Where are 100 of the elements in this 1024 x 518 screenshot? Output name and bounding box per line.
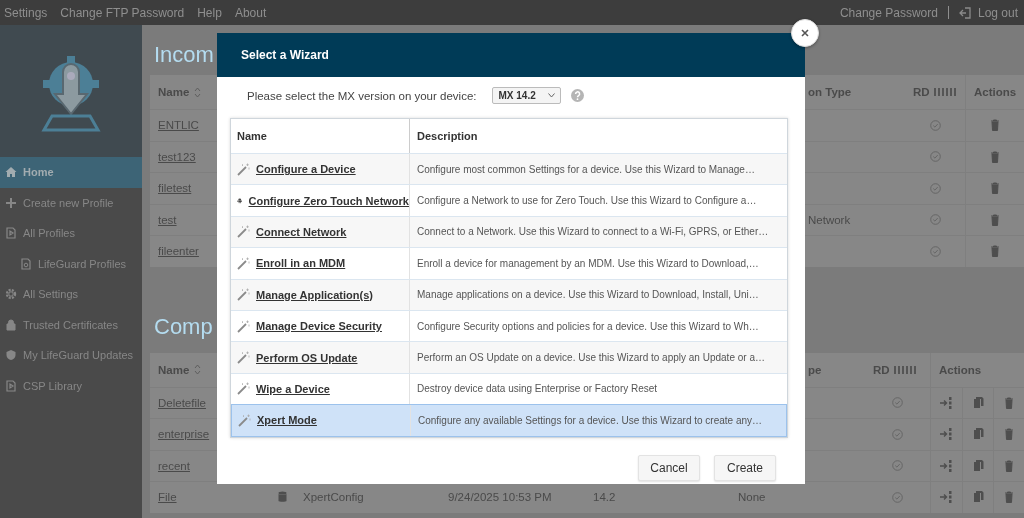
logout-icon[interactable] — [958, 6, 971, 19]
wizard-link[interactable]: Enroll in an MDM — [256, 257, 346, 270]
trash-icon[interactable] — [990, 182, 1000, 195]
dialog-button[interactable]: Cancel — [638, 454, 700, 481]
wizard-description: Destroy device data using Enterprise or Factory Reset — [417, 383, 658, 395]
copy-icon[interactable] — [972, 396, 984, 409]
profile-link[interactable]: File — [158, 491, 177, 504]
export-icon[interactable] — [940, 396, 953, 409]
check-circle-icon — [929, 245, 941, 257]
dialog-button[interactable]: Create — [714, 454, 776, 481]
wizard-link[interactable]: Manage Device Security — [256, 320, 382, 333]
profile-link[interactable]: test123 — [158, 150, 196, 163]
column-header[interactable]: Name — [158, 86, 190, 98]
help-icon[interactable] — [570, 89, 584, 102]
wizard-link[interactable]: Manage Application(s) — [256, 288, 373, 301]
column-header: on Type — [807, 85, 853, 100]
profile-link[interactable]: fileenter — [158, 245, 199, 258]
copy-icon[interactable] — [972, 491, 984, 504]
sidebar-item[interactable]: Home — [0, 157, 142, 188]
mx-version-select[interactable]: MX 14.2 — [492, 87, 561, 104]
sidebar-item[interactable]: My LifeGuard Updates — [0, 340, 142, 371]
menu-link[interactable]: Settings — [4, 5, 48, 20]
profile-link[interactable]: Deletefile — [158, 396, 206, 409]
profile-link[interactable]: test — [158, 213, 177, 226]
column-header: RD — [873, 363, 890, 376]
trash-icon[interactable] — [990, 213, 1000, 226]
sort-icon[interactable] — [194, 364, 202, 375]
doc-icon — [5, 379, 17, 392]
wizard-link[interactable]: Perform OS Update — [256, 351, 358, 364]
sidebar-item[interactable]: Create new Profile — [0, 187, 142, 218]
check-circle-icon — [929, 214, 941, 226]
wizard-description: Connect to a Network. Use this Wizard to connect to a Wi-Fi, GPRS, or Ether… — [417, 226, 769, 238]
wizard-description: Configure most common Settings for a device. Use this Wizard to Manage… — [417, 163, 755, 175]
magic-wand-icon — [237, 256, 250, 270]
menu-link[interactable]: Change FTP Password — [60, 5, 185, 20]
export-icon[interactable] — [940, 491, 953, 504]
wizard-link[interactable]: Configure a Device — [256, 163, 356, 176]
sort-icon[interactable] — [194, 86, 202, 98]
wizard-row[interactable]: Configure a Device Configure most common Settings for a device. Use this Wizard to Manage… — [231, 153, 787, 185]
caret-icon[interactable] — [547, 93, 555, 98]
check-circle-icon — [929, 119, 941, 131]
trash-icon[interactable] — [1004, 459, 1014, 472]
column-header[interactable]: Name — [158, 363, 190, 376]
close-icon[interactable] — [801, 29, 809, 37]
trash-icon[interactable] — [1004, 396, 1014, 409]
menu-link[interactable]: About — [234, 5, 267, 20]
table-cell: 14.2 — [593, 491, 616, 504]
profile-link[interactable]: recent — [158, 459, 190, 472]
wizard-link[interactable]: Connect Network — [256, 225, 347, 238]
trash-icon[interactable] — [990, 119, 1000, 132]
column-header: pe — [808, 363, 822, 376]
profile-link[interactable]: ENTLIC — [158, 119, 199, 132]
wizard-link[interactable]: Wipe a Device — [256, 382, 330, 395]
column-header: Name — [237, 130, 267, 142]
copy-icon[interactable] — [972, 428, 984, 441]
sidebar-item[interactable]: All Profiles — [0, 218, 142, 249]
wizard-row[interactable]: Configure Zero Touch Network Configure a Network to use for Zero Touch. Use this Wizard to Configure a… — [231, 184, 787, 216]
wizard-row[interactable]: Connect Network Connect to a Network. Use this Wizard to connect to a Wi-Fi, GPRS, or Ether… — [231, 215, 787, 248]
mx-version-label: Please select the MX version on your device: — [247, 89, 477, 102]
menu-link[interactable]: Help — [197, 5, 222, 20]
trash-icon[interactable] — [990, 245, 1000, 258]
trash-icon[interactable] — [990, 150, 1000, 163]
wizard-row[interactable]: Manage Application(s) Manage applications on a device. Use this Wizard to Download, Install, Uni… — [231, 278, 787, 310]
magic-wand-icon — [237, 319, 250, 333]
magic-wand-icon — [237, 382, 250, 396]
database-icon — [278, 491, 287, 504]
shield-icon — [5, 349, 17, 362]
logout-link[interactable]: Log out — [977, 5, 1018, 20]
wizard-link[interactable]: Xpert Mode — [257, 414, 317, 427]
table-cell: XpertConfig — [303, 491, 364, 504]
column-header: Description — [417, 130, 478, 142]
export-icon[interactable] — [940, 459, 953, 472]
export-icon[interactable] — [940, 428, 953, 441]
sidebar-item[interactable]: CSP Library — [0, 370, 142, 401]
dialog-title: Select a Wizard — [241, 48, 329, 62]
profile-link[interactable]: enterprise — [158, 428, 210, 441]
wizard-description: Configure Security options and policies for a device. Use this Wizard to Wh… — [417, 320, 759, 332]
trash-icon[interactable] — [1004, 428, 1014, 441]
trash-icon[interactable] — [1004, 491, 1014, 504]
sidebar-item[interactable]: Trusted Certificates — [0, 309, 142, 340]
change-password-link[interactable]: Change Password — [839, 5, 938, 20]
check-circle-icon — [892, 460, 903, 472]
column-header: RD — [913, 86, 930, 98]
copy-icon[interactable] — [972, 459, 984, 472]
wizard-row[interactable]: Xpert Mode Configure any available Settings for a device. Use this Wizard to create any… — [231, 404, 787, 437]
wizard-description: Configure any available Settings for a device. Use this Wizard to create any… — [418, 414, 763, 426]
wizard-row[interactable]: Enroll in an MDM Enroll a device for management by an MDM. Use this Wizard to Download,… — [231, 247, 787, 279]
wizard-link[interactable]: Configure Zero Touch Network — [248, 194, 409, 207]
sidebar-item[interactable]: LifeGuard Profiles — [0, 248, 142, 279]
table-cell: None — [738, 491, 766, 504]
gear-icon — [5, 288, 17, 301]
magic-wand-icon — [237, 225, 250, 239]
wizard-row[interactable]: Perform OS Update Perform an OS Update on a device. Use this Wizard to apply an Update or a… — [231, 341, 787, 373]
table-cell: 9/24/2025 10:53 PM — [448, 491, 552, 504]
profile-link[interactable]: filetest — [158, 182, 192, 195]
check-circle-icon — [892, 428, 903, 440]
redacted-mark — [933, 88, 956, 96]
wizard-description: Perform an OS Update on a device. Use this Wizard to apply an Update or a… — [417, 352, 765, 364]
sidebar-item[interactable]: All Settings — [0, 279, 142, 310]
check-circle-icon — [929, 151, 941, 163]
